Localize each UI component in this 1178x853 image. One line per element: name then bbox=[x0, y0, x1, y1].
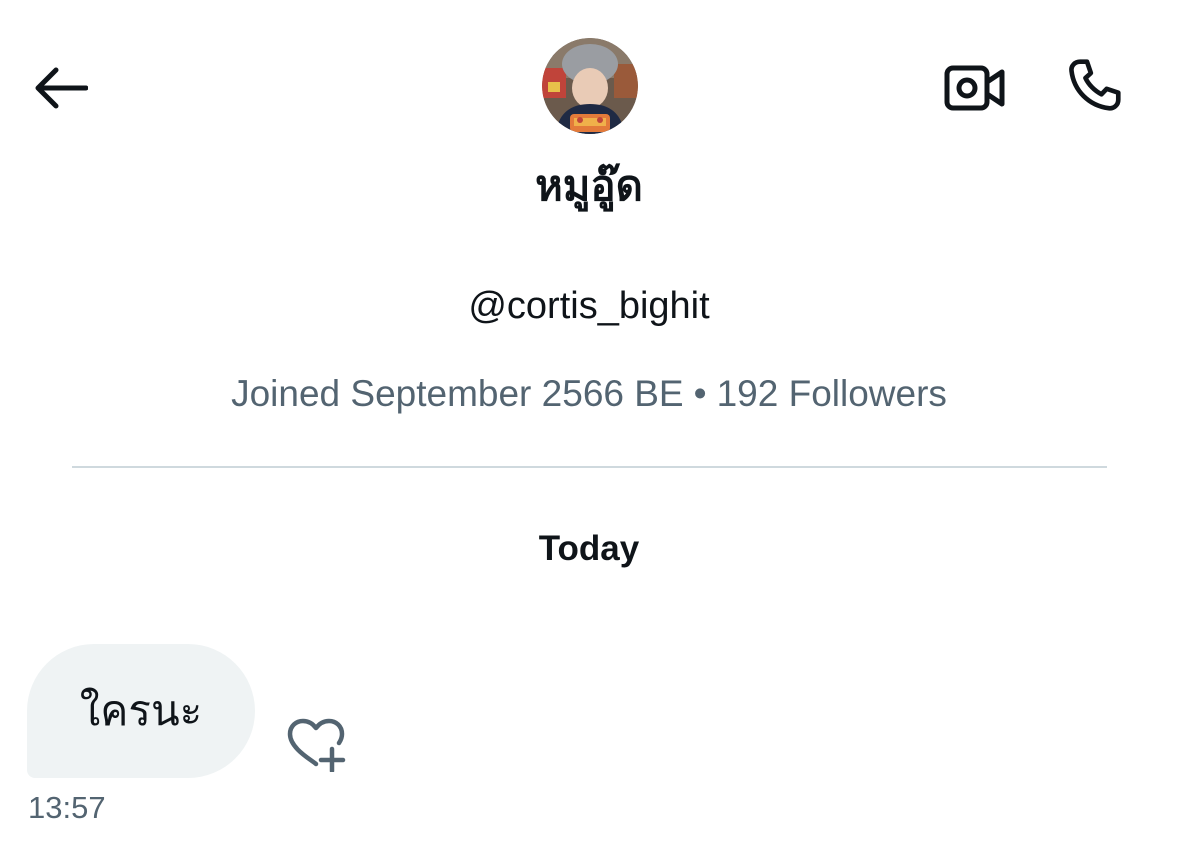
avatar-photo bbox=[542, 38, 638, 134]
user-handle[interactable]: @cortis_bighit bbox=[0, 283, 1178, 329]
back-button[interactable] bbox=[28, 58, 92, 118]
voice-call-button[interactable] bbox=[1058, 52, 1130, 120]
followers-count[interactable]: 192 Followers bbox=[717, 373, 947, 414]
video-camera-icon bbox=[944, 65, 1005, 111]
profile-meta: Joined September 2566 BE • 192 Followers bbox=[0, 372, 1178, 416]
arrow-left-icon bbox=[35, 67, 88, 109]
video-call-button[interactable] bbox=[938, 56, 1012, 120]
message-timestamp: 13:57 bbox=[28, 790, 106, 825]
meta-separator: • bbox=[693, 373, 707, 414]
phone-icon bbox=[1069, 59, 1121, 111]
add-reaction-button[interactable] bbox=[280, 712, 352, 776]
display-name[interactable]: หมูอู๊ด bbox=[0, 158, 1178, 214]
divider bbox=[72, 466, 1107, 468]
date-separator: Today bbox=[538, 529, 640, 568]
message-bubble[interactable]: ใครนะ bbox=[27, 644, 255, 778]
avatar[interactable] bbox=[542, 38, 638, 134]
heart-plus-icon bbox=[287, 718, 346, 772]
message-text: ใครนะ bbox=[79, 686, 203, 735]
joined-date: Joined September 2566 BE bbox=[231, 373, 684, 414]
